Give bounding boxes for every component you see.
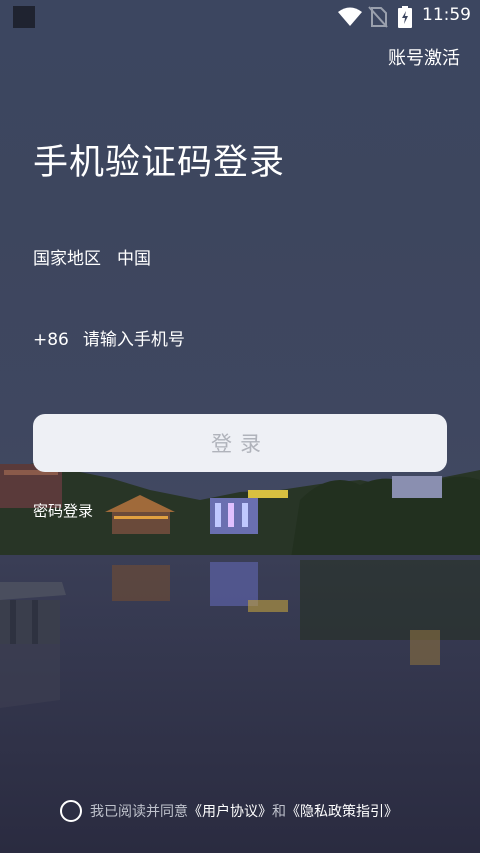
page-title: 手机验证码登录 — [33, 143, 286, 183]
battery-charging-icon — [398, 6, 412, 28]
phone-input[interactable] — [82, 330, 383, 350]
status-clock: 11:59 — [422, 5, 471, 25]
agreement-row: 我已阅读并同意《用户协议》和《隐私政策指引》 — [60, 800, 398, 822]
app-square-icon — [13, 6, 35, 28]
region-label: 国家地区 — [33, 249, 101, 269]
region-selector[interactable]: 国家地区 中国 — [33, 244, 151, 269]
status-bar: 11:59 — [0, 0, 480, 34]
region-value: 中国 — [117, 249, 151, 269]
agreement-conjunction: 和 — [272, 804, 286, 820]
agreement-prefix: 我已阅读并同意 — [90, 804, 188, 820]
wifi-icon — [338, 7, 362, 26]
phone-row: +86 — [33, 330, 443, 350]
account-activation-link[interactable]: 账号激活 — [388, 44, 460, 70]
country-code[interactable]: +86 — [33, 330, 69, 350]
login-button[interactable]: 登录 — [33, 414, 447, 472]
no-sim-icon — [368, 6, 388, 28]
privacy-policy-link[interactable]: 《隐私政策指引》 — [286, 804, 398, 820]
agree-radio-button[interactable] — [60, 800, 82, 822]
password-login-link[interactable]: 密码登录 — [33, 500, 93, 521]
user-agreement-link[interactable]: 《用户协议》 — [188, 804, 272, 820]
login-screen: 11:59 账号激活 手机验证码登录 国家地区 中国 +86 登录 密码登录 我… — [0, 0, 480, 853]
